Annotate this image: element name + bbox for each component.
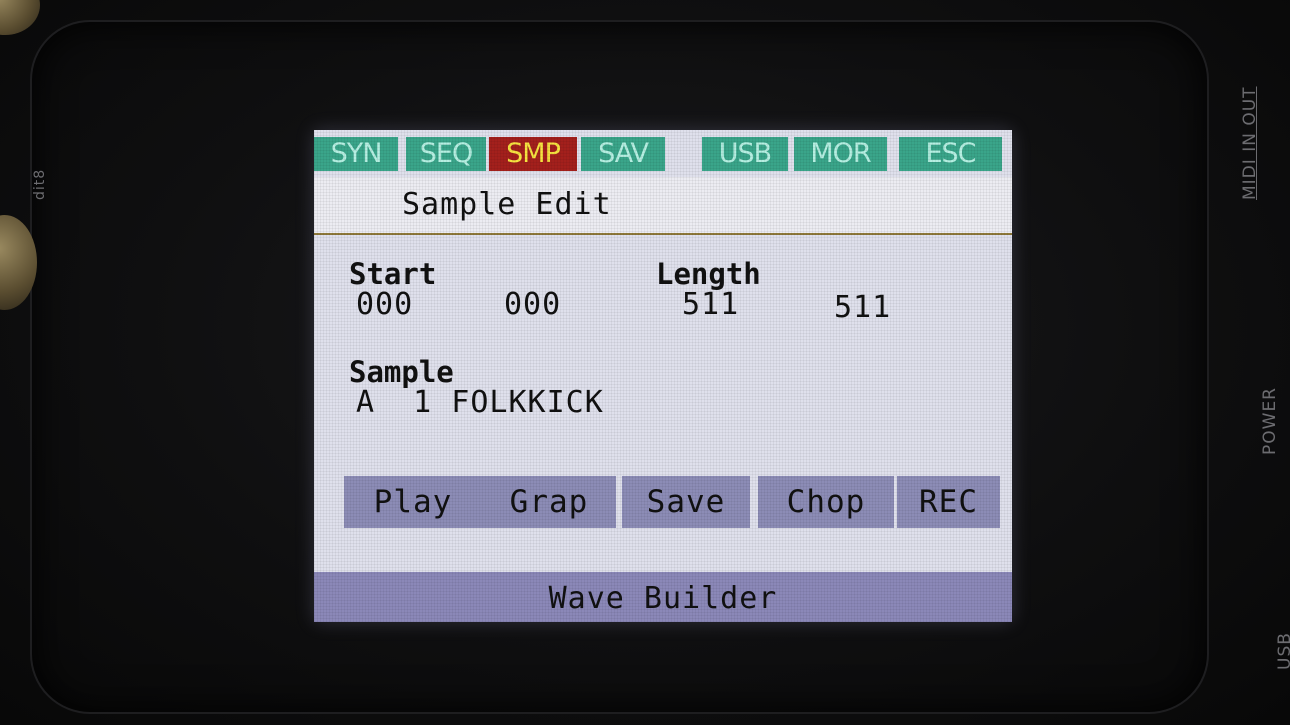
tab-esc[interactable]: ESC	[899, 137, 1002, 171]
tab-sav[interactable]: SAV	[581, 137, 665, 171]
start-value-b[interactable]: 000	[504, 287, 561, 322]
tab-seq[interactable]: SEQ	[406, 137, 486, 171]
graph-button[interactable]: Grap	[482, 476, 616, 528]
device-body: dit8 MIDI IN OUT POWER USB SYN SEQ SMP S…	[0, 0, 1290, 725]
start-value-a[interactable]: 000	[356, 287, 413, 322]
chop-button[interactable]: Chop	[758, 476, 894, 528]
power-label: POWER	[1260, 387, 1280, 455]
page-title: Sample Edit	[402, 187, 612, 222]
save-button[interactable]: Save	[622, 476, 750, 528]
wave-builder-label: Wave Builder	[548, 581, 778, 616]
top-knob[interactable]	[0, 0, 40, 35]
length-value-a[interactable]: 511	[682, 287, 739, 322]
tab-mor[interactable]: MOR	[794, 137, 887, 171]
midi-in-out-label: MIDI IN OUT	[1240, 86, 1260, 200]
usb-label: USB	[1275, 632, 1290, 670]
lcd-screen: SYN SEQ SMP SAV USB MOR ESC Sample Edit …	[314, 130, 1012, 622]
sample-value[interactable]: A 1 FOLKKICK	[356, 385, 604, 420]
tab-syn[interactable]: SYN	[314, 137, 398, 171]
tab-usb[interactable]: USB	[702, 137, 788, 171]
top-tab-bar: SYN SEQ SMP SAV USB MOR ESC	[314, 137, 1012, 171]
sample-label: Sample	[349, 355, 454, 389]
play-button[interactable]: Play	[344, 476, 482, 528]
knob-label: dit8	[32, 168, 48, 200]
start-label: Start	[349, 257, 437, 291]
length-label: Length	[656, 257, 761, 291]
tab-smp[interactable]: SMP	[489, 137, 577, 171]
rec-button[interactable]: REC	[897, 476, 1000, 528]
length-value-b[interactable]: 511	[834, 290, 891, 325]
title-bar: Sample Edit	[314, 177, 1012, 235]
footer-bar[interactable]: Wave Builder	[314, 572, 1012, 622]
